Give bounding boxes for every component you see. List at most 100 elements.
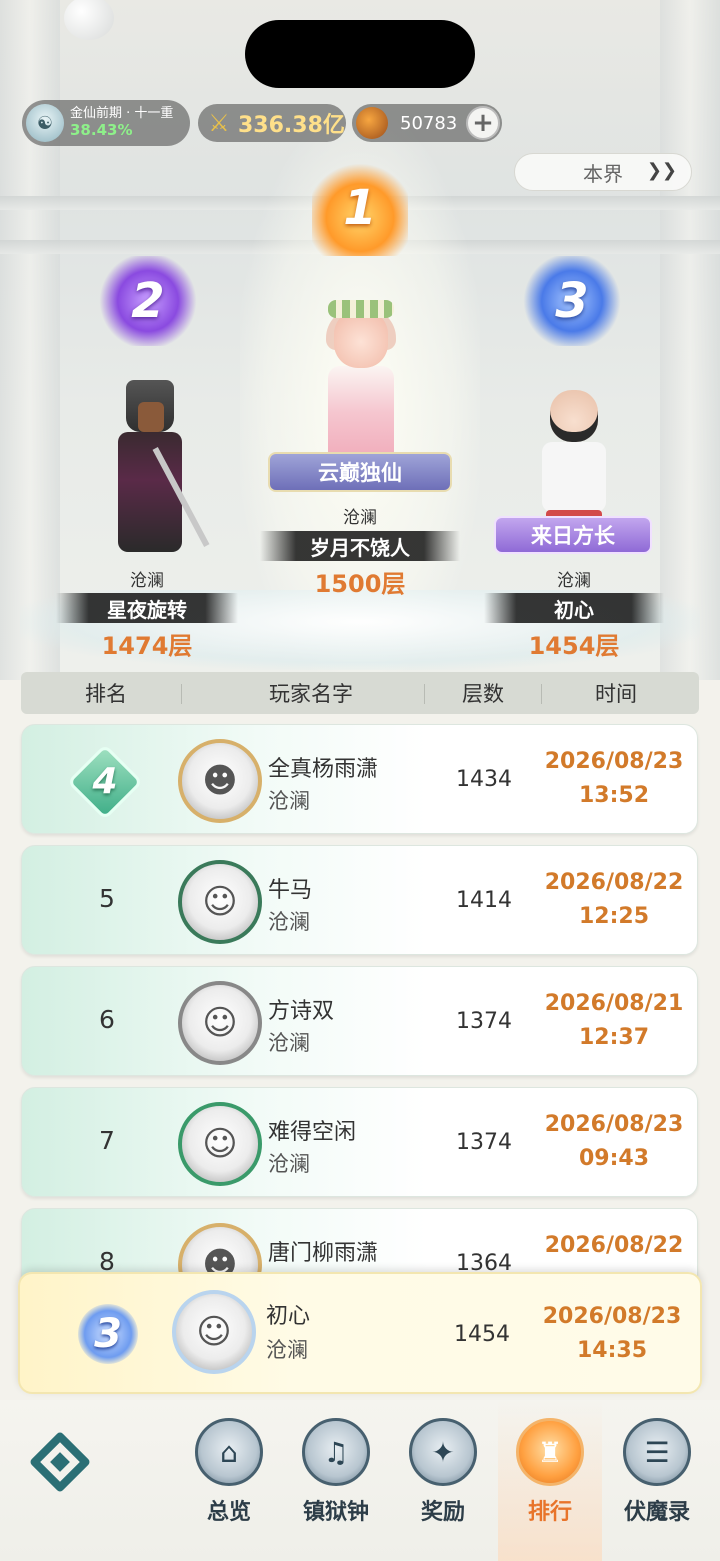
nav-label: 伏魔录 (623, 1500, 690, 1525)
player-floors: 1434 (456, 767, 512, 792)
header-floors: 层数 (462, 682, 504, 706)
rank-3-emblem: 3 (522, 256, 622, 346)
avatar[interactable]: ☺ (172, 1290, 256, 1374)
right-pillar (660, 0, 720, 680)
currency-value: 50783 (400, 112, 458, 134)
table-row[interactable]: 4 ☻ 全真杨雨潇 沧澜 1434 2026/08/23 13:52 (21, 724, 698, 834)
row-rank: 4 (92, 761, 118, 802)
nav-label: 奖励 (420, 1500, 465, 1525)
rank-1-character[interactable] (306, 300, 416, 470)
avatar[interactable]: ☻ (178, 739, 262, 823)
combat-power-value: 336.38亿 (238, 113, 345, 138)
plus-icon[interactable]: + (466, 106, 500, 140)
player-floors: 1374 (456, 1009, 512, 1034)
player-server: 沧澜 (268, 910, 310, 934)
nav-label: 镇狱钟 (302, 1500, 369, 1525)
treasure-icon: ✦ (409, 1418, 477, 1486)
player-server: 沧澜 (266, 1338, 308, 1362)
player-name: 牛马 (268, 878, 313, 903)
record-date: 2026/08/23 (544, 1112, 684, 1137)
nav-rewards[interactable]: ✦ 奖励 (391, 1414, 495, 1534)
header-divider (181, 684, 182, 704)
player-name: 方诗双 (268, 999, 335, 1024)
rank-3-floors: 1454层 (528, 632, 620, 660)
record-time: 12:37 (578, 1025, 650, 1050)
player-name: 初心 (266, 1304, 311, 1329)
rank-1-floors: 1500层 (314, 570, 406, 598)
header-time: 时间 (595, 682, 637, 706)
rank-3-server: 沧澜 (557, 571, 591, 591)
player-server: 沧澜 (268, 1031, 310, 1055)
rank-2-character[interactable] (100, 372, 210, 572)
rank-2-server: 沧澜 (130, 571, 164, 591)
rank-3-gem-icon: 3 (78, 1304, 138, 1364)
row-rank: 6 (99, 1005, 115, 1034)
record-date: 2026/08/23 (544, 749, 684, 774)
rank-3-name: 初心 (484, 593, 664, 623)
avatar[interactable]: ☺ (178, 860, 262, 944)
nav-prison-bell[interactable]: ♫ 镇狱钟 (284, 1414, 388, 1534)
chevron-down-icon: ❯❯ (646, 160, 677, 181)
table-row[interactable]: 7 ☺ 难得空闲 沧澜 1374 2026/08/23 09:43 (21, 1087, 698, 1197)
record-time: 14:35 (576, 1338, 648, 1363)
currency: 50783 + (352, 104, 502, 142)
record-date: 2026/08/22 (544, 870, 684, 895)
avatar[interactable]: ☺ (178, 981, 262, 1065)
player-server: 沧澜 (268, 789, 310, 813)
table-row[interactable]: 5 ☺ 牛马 沧澜 1414 2026/08/22 12:25 (21, 845, 698, 955)
bell-icon: ♫ (302, 1418, 370, 1486)
header-divider (541, 684, 542, 704)
server-scope-select[interactable]: 本界 ❯❯ (514, 153, 692, 191)
rank-2-floors: 1474层 (101, 632, 193, 660)
table-row[interactable]: 6 ☺ 方诗双 沧澜 1374 2026/08/21 12:37 (21, 966, 698, 1076)
cultivator-avatar-icon: ☯ (26, 104, 64, 142)
record-date: 2026/08/22 (544, 1233, 684, 1258)
nav-overview[interactable]: ⌂ 总览 (177, 1414, 281, 1534)
nav-label: 总览 (206, 1500, 251, 1525)
rank-1-name: 岁月不饶人 (260, 531, 460, 561)
header-divider (424, 684, 425, 704)
avatar[interactable]: ☺ (178, 1102, 262, 1186)
player-name: 难得空闲 (268, 1120, 357, 1145)
player-name: 全真杨雨潇 (268, 757, 379, 782)
my-rank-row[interactable]: 3 ☺ 初心 沧澜 1454 2026/08/23 14:35 (18, 1272, 702, 1394)
row-rank: 5 (99, 884, 115, 913)
realm-status[interactable]: ☯ 金仙前期 · 十一重 38.43% (22, 100, 190, 146)
bottom-nav: ⌂ 总览 ♫ 镇狱钟 ✦ 奖励 ♜ 排行 ☰ 伏魔录 (0, 1400, 720, 1561)
rank-1-title-badge: 云巅独仙 (268, 452, 452, 492)
ranking-icon: ♜ (516, 1418, 584, 1486)
spirit-stone-icon (356, 107, 388, 139)
crossed-swords-icon: ⚔ (208, 109, 230, 137)
record-time: 09:43 (578, 1146, 650, 1171)
rank-2-name: 星夜旋转 (56, 593, 238, 623)
nav-label: 排行 (527, 1500, 572, 1525)
header-rank: 排名 (85, 682, 127, 706)
rank-3-title-badge: 来日方长 (494, 516, 652, 554)
record-time: 13:52 (578, 783, 650, 808)
realm-progress: 38.43% (70, 120, 133, 139)
record-time: 12:25 (578, 904, 650, 929)
record-date: 2026/08/23 (542, 1304, 682, 1329)
nav-demon-record[interactable]: ☰ 伏魔录 (605, 1414, 709, 1534)
combat-power: ⚔ 336.38亿 (198, 104, 346, 142)
pagoda-icon: ⌂ (195, 1418, 263, 1486)
rank-1-emblem: 1 (312, 160, 408, 256)
record-date: 2026/08/21 (544, 991, 684, 1016)
header-player-name: 玩家名字 (269, 682, 353, 706)
player-server: 沧澜 (268, 1152, 310, 1176)
player-floors: 1454 (454, 1322, 510, 1347)
realm-name: 金仙前期 · 十一重 (70, 105, 174, 121)
camera-notch (245, 20, 475, 88)
player-floors: 1374 (456, 1130, 512, 1155)
bubble-decoration (64, 0, 114, 40)
row-rank: 7 (99, 1126, 115, 1155)
game-logo-icon[interactable] (28, 1430, 92, 1494)
nav-ranking[interactable]: ♜ 排行 (498, 1400, 602, 1561)
ranking-table-header: 排名 玩家名字 层数 时间 (21, 672, 699, 714)
scroll-icon: ☰ (623, 1418, 691, 1486)
player-floors: 1414 (456, 888, 512, 913)
rank-1-server: 沧澜 (343, 508, 377, 528)
server-scope-label: 本界 (583, 161, 623, 186)
rank-2-emblem: 2 (98, 256, 198, 346)
player-name: 唐门柳雨潇 (268, 1241, 379, 1266)
